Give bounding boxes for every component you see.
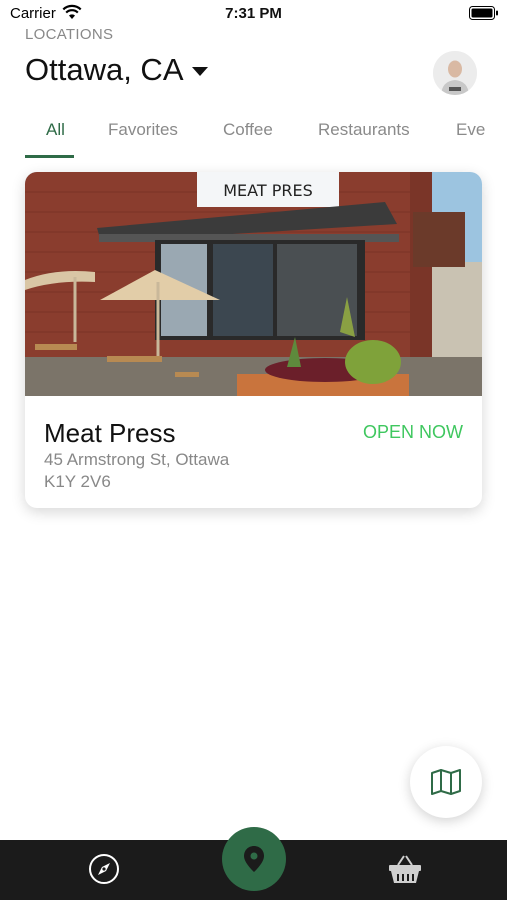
locations-caption: LOCATIONS bbox=[25, 26, 114, 43]
tab-all[interactable]: All bbox=[46, 120, 65, 140]
avatar[interactable] bbox=[433, 51, 477, 95]
tab-restaurants[interactable]: Restaurants bbox=[318, 120, 410, 140]
status-bar: Carrier 7:31 PM bbox=[0, 0, 507, 28]
battery-icon bbox=[469, 6, 498, 20]
city-label: Ottawa, CA bbox=[25, 52, 184, 87]
location-photo: MEAT PRES bbox=[25, 172, 482, 396]
location-name: Meat Press bbox=[44, 418, 176, 448]
category-tabs: All Favorites Coffee Restaurants Eve bbox=[0, 110, 507, 160]
location-pin-icon bbox=[244, 846, 264, 872]
city-selector[interactable]: Ottawa, CA bbox=[25, 52, 208, 88]
tab-coffee[interactable]: Coffee bbox=[223, 120, 273, 140]
map-icon bbox=[431, 769, 461, 795]
basket-icon[interactable] bbox=[387, 853, 423, 885]
locations-nav-button[interactable] bbox=[222, 827, 286, 891]
open-status-badge: OPEN NOW bbox=[362, 422, 463, 442]
active-tab-indicator bbox=[25, 155, 74, 158]
compass-icon[interactable] bbox=[87, 852, 121, 886]
location-card[interactable]: MEAT PRES Meat Press OPEN NOW 45 Armstro… bbox=[25, 172, 482, 508]
sign-text: MEAT PRES bbox=[223, 181, 313, 200]
tab-favorites[interactable]: Favorites bbox=[108, 120, 178, 140]
map-view-button[interactable] bbox=[410, 746, 482, 818]
caret-down-icon bbox=[191, 66, 208, 76]
tab-events[interactable]: Eve bbox=[456, 120, 485, 140]
location-address-line1: 45 Armstrong St, Ottawa bbox=[44, 450, 230, 469]
clock: 7:31 PM bbox=[225, 5, 282, 22]
user-avatar-icon bbox=[433, 51, 477, 95]
bottom-nav bbox=[0, 827, 507, 900]
location-address-line2: K1Y 2V6 bbox=[44, 472, 111, 491]
